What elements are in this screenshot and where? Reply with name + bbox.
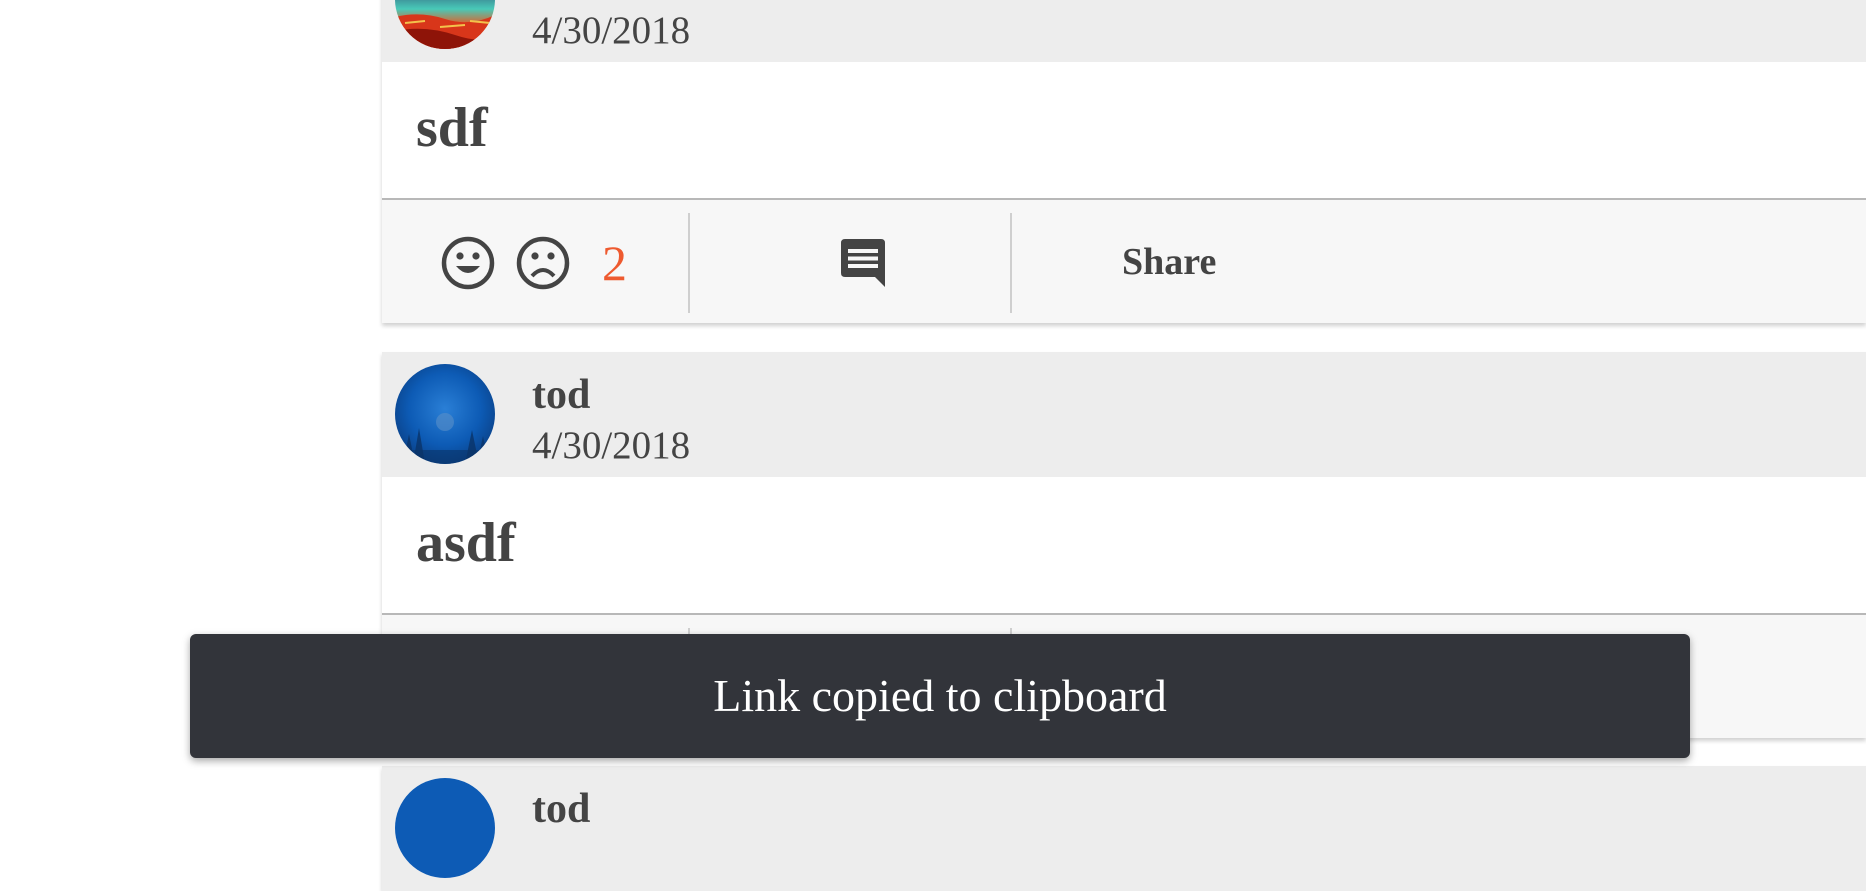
- post-date: 4/30/2018: [532, 424, 691, 467]
- post-card: tod: [382, 766, 1866, 891]
- post-body: sdf: [382, 62, 1866, 200]
- post-card: 4/30/2018 sdf 2 Share: [382, 0, 1866, 323]
- sunset-landscape-avatar-icon: [395, 0, 495, 49]
- action-divider: [1010, 213, 1012, 313]
- post-header: 4/30/2018: [382, 0, 1866, 62]
- post-header: tod 4/30/2018: [382, 352, 1866, 477]
- post-body: asdf: [382, 477, 1866, 615]
- comment-icon[interactable]: [837, 237, 889, 289]
- action-divider: [688, 213, 690, 313]
- frown-icon[interactable]: [514, 234, 572, 292]
- blue-forest-avatar-icon: [395, 364, 495, 464]
- toast-message: Link copied to clipboard: [713, 670, 1167, 721]
- blue-forest-avatar-icon: [395, 778, 495, 878]
- post-date: 4/30/2018: [532, 9, 691, 52]
- reaction-count: 2: [602, 235, 627, 291]
- post-actions: 2 Share: [382, 200, 1866, 323]
- avatar[interactable]: [395, 0, 495, 49]
- post-username[interactable]: tod: [532, 372, 590, 418]
- post-text: sdf: [416, 97, 488, 159]
- share-button[interactable]: Share: [1122, 238, 1216, 286]
- avatar[interactable]: [395, 364, 495, 464]
- post-text: asdf: [416, 512, 516, 574]
- post-username[interactable]: tod: [532, 786, 590, 832]
- reaction-group: 2: [382, 200, 688, 323]
- avatar[interactable]: [395, 778, 495, 878]
- smile-icon[interactable]: [439, 234, 497, 292]
- post-header: tod: [382, 766, 1866, 891]
- toast-notification: Link copied to clipboard: [190, 634, 1690, 758]
